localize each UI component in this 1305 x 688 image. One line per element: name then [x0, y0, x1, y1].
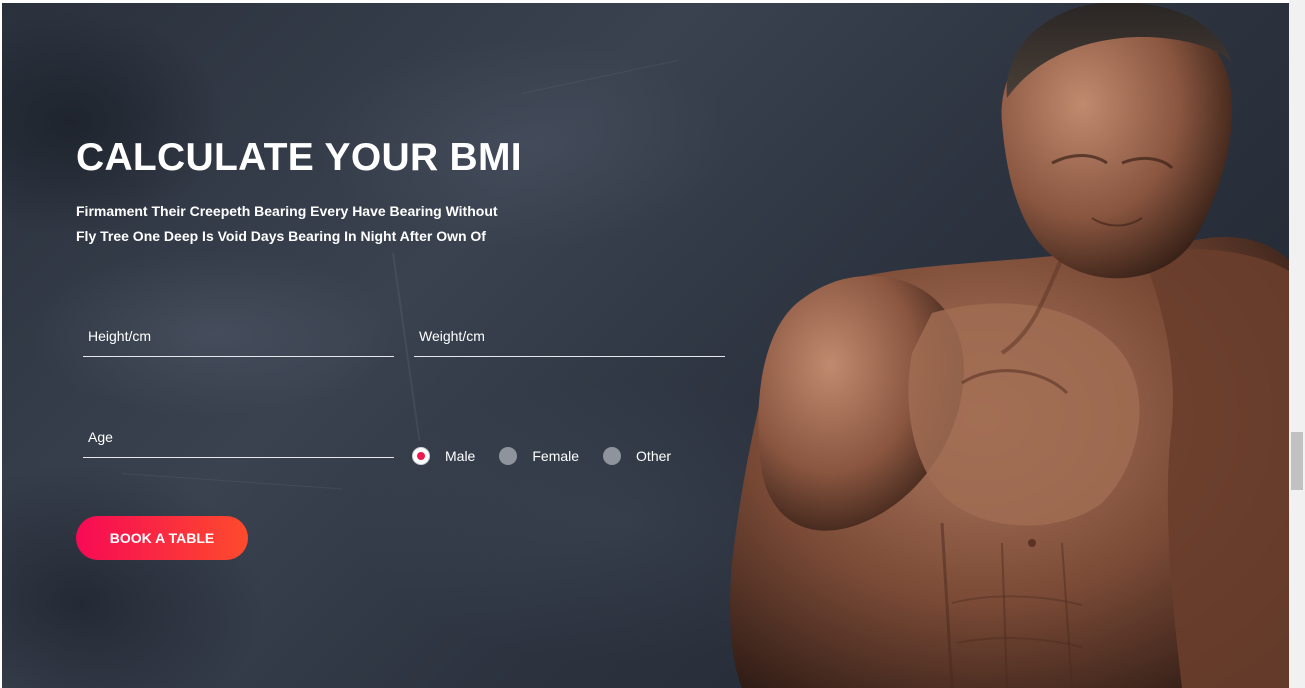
age-input[interactable]: [88, 429, 378, 445]
bmi-section: CALCULATE YOUR BMI Firmament Their Creep…: [2, 3, 1289, 688]
radio-other[interactable]: [603, 447, 622, 465]
age-field: [83, 421, 394, 458]
scrollbar-thumb[interactable]: [1291, 432, 1303, 490]
gender-option-other[interactable]: Other: [603, 447, 671, 465]
gender-radio-group: Male Female Other: [412, 444, 695, 468]
page-viewport: CALCULATE YOUR BMI Firmament Their Creep…: [0, 0, 1305, 688]
weight-field: [414, 320, 725, 357]
description-line: Fly Tree One Deep Is Void Days Bearing I…: [76, 228, 486, 244]
gender-option-male[interactable]: Male: [412, 447, 475, 465]
page-title: CALCULATE YOUR BMI: [76, 136, 522, 179]
height-input[interactable]: [88, 328, 378, 344]
weight-input[interactable]: [419, 328, 709, 344]
height-field: [83, 320, 394, 357]
radio-female[interactable]: [499, 447, 518, 465]
athlete-image: [730, 3, 1289, 688]
section-description: Firmament Their Creepeth Bearing Every H…: [76, 199, 556, 249]
radio-label-male: Male: [445, 448, 476, 464]
bmi-content: CALCULATE YOUR BMI Firmament Their Creep…: [76, 3, 736, 688]
gender-option-female[interactable]: Female: [499, 447, 579, 465]
radio-label-female: Female: [532, 448, 580, 464]
description-line: Firmament Their Creepeth Bearing Every H…: [76, 203, 498, 219]
radio-male[interactable]: [412, 447, 430, 465]
page-scrollbar[interactable]: [1289, 0, 1305, 688]
book-table-button[interactable]: BOOK A TABLE: [76, 516, 248, 560]
radio-label-other: Other: [636, 448, 672, 464]
